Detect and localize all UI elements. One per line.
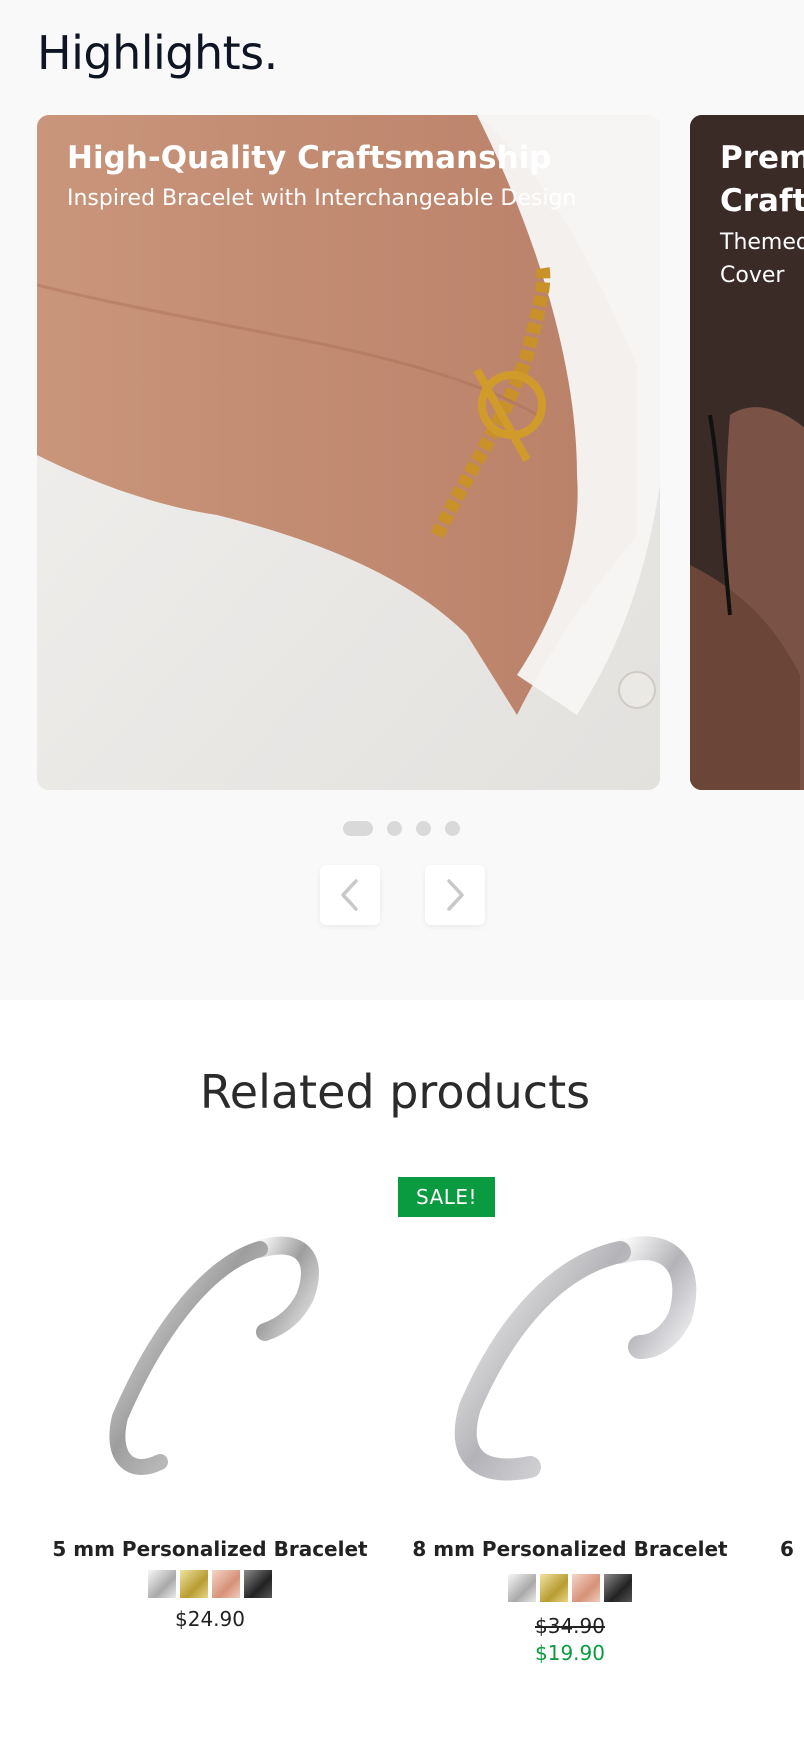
chevron-right-icon: [447, 879, 464, 911]
card-subtitle: Inspired Bracelet with Interchangeable D…: [67, 186, 577, 212]
card-heading: High-Quality Craftsmanship: [67, 140, 552, 176]
product-old-price: $34.90: [535, 1614, 605, 1638]
card-subtitle: Themed Cover: [720, 229, 804, 288]
bracelet-on-wrist-image: [37, 115, 660, 790]
swatch-black[interactable]: [244, 1570, 272, 1598]
related-products-section: Related products 5 mm Personalized Brace…: [0, 1000, 804, 1748]
product-image-cuff-bracelet: [454, 1236, 697, 1481]
color-swatches: [40, 1570, 380, 1598]
swatch-rose-gold[interactable]: [212, 1570, 240, 1598]
highlight-card-craftsmanship[interactable]: High-Quality Craftsmanship Inspired Brac…: [37, 115, 660, 790]
pagination-dot[interactable]: [416, 820, 431, 836]
carousel-next-button[interactable]: [425, 865, 485, 925]
product-image-cuff-bracelet: [109, 1236, 319, 1475]
product-name[interactable]: 8 mm Personalized Bracelet: [400, 1537, 740, 1561]
product-sale-price: $19.90: [535, 1641, 605, 1665]
pagination-dot[interactable]: [445, 820, 460, 836]
carousel-prev-button[interactable]: [320, 865, 380, 925]
swatch-silver[interactable]: [148, 1570, 176, 1598]
swatch-rose-gold[interactable]: [572, 1574, 600, 1602]
highlights-title: Highlights.: [37, 26, 278, 80]
product-name[interactable]: 6: [780, 1537, 804, 1561]
highlights-section: Highlights. High-Quality Craftsmanship I…: [0, 0, 804, 1000]
related-products-title: Related products: [199, 1065, 591, 1119]
product-name[interactable]: 5 mm Personalized Bracelet: [40, 1537, 380, 1561]
swatch-gold[interactable]: [180, 1570, 208, 1598]
chevron-left-icon: [341, 879, 358, 911]
product-price: $24.90: [175, 1607, 245, 1631]
highlight-card-premium[interactable]: Premi Crafts Themed Cover: [690, 115, 804, 790]
card-heading: Premi Crafts: [720, 140, 804, 220]
pagination-dot[interactable]: [387, 820, 402, 836]
color-swatches: [400, 1574, 740, 1602]
swatch-gold[interactable]: [540, 1574, 568, 1602]
pagination-dot-active[interactable]: [343, 820, 373, 836]
swatch-silver[interactable]: [508, 1574, 536, 1602]
carousel-pagination: [343, 820, 460, 836]
swatch-black[interactable]: [604, 1574, 632, 1602]
